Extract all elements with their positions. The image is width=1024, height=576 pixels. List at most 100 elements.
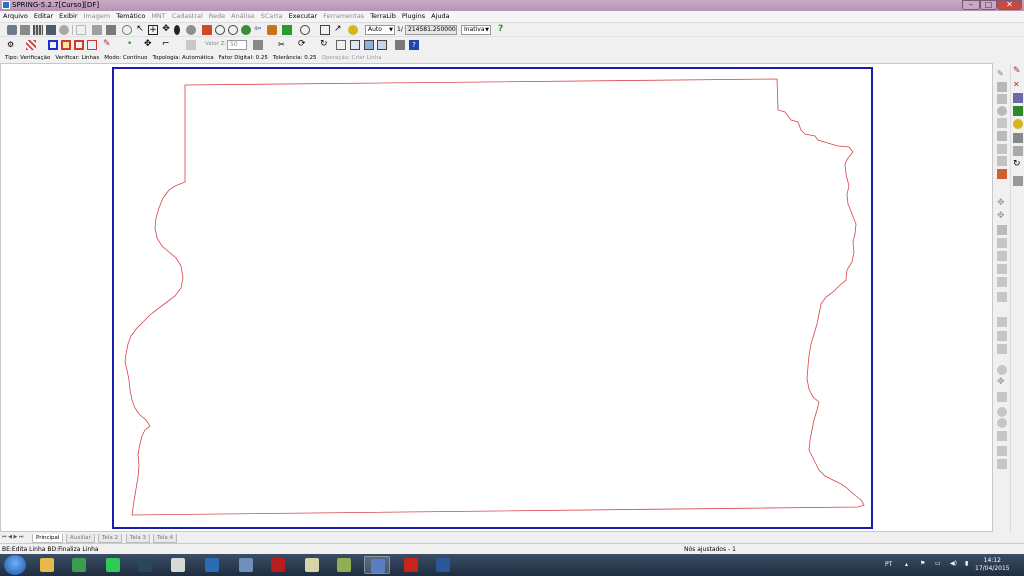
zoom-in-icon[interactable]	[215, 25, 225, 35]
distribute-icon[interactable]	[997, 251, 1007, 261]
scroll-save-icon[interactable]	[1013, 176, 1023, 186]
ruler-icon[interactable]	[253, 40, 263, 50]
comment-icon[interactable]	[348, 25, 358, 35]
close-button[interactable]: ✕	[997, 0, 1022, 10]
minimize-button[interactable]: –	[962, 0, 980, 10]
draw-icon[interactable]	[202, 25, 212, 35]
map-canvas[interactable]	[0, 63, 993, 532]
close-line-icon[interactable]	[997, 317, 1007, 327]
cursor-icon[interactable]: ↖	[135, 25, 145, 35]
zoom-out-icon[interactable]	[228, 25, 238, 35]
database-icon[interactable]	[7, 25, 17, 35]
move-icon[interactable]: ✥	[144, 40, 154, 50]
scroll-tool-icon[interactable]	[1013, 133, 1023, 143]
tab-tela-4[interactable]: Tela 4	[153, 534, 177, 543]
valor-z-field[interactable]: 50	[227, 40, 247, 50]
zotero-icon[interactable]	[299, 556, 325, 574]
steam-icon[interactable]	[132, 556, 158, 574]
spring-icon[interactable]	[364, 556, 390, 574]
scroll-close-icon[interactable]: ✕	[1013, 80, 1023, 90]
rotate-icon[interactable]: ⟳	[298, 40, 308, 50]
scale-field[interactable]: 214581.250000	[405, 25, 457, 35]
brush-icon[interactable]	[997, 169, 1007, 179]
line-tool-icon[interactable]	[997, 82, 1007, 92]
volume-icon[interactable]: ◀)	[950, 560, 957, 567]
maximize-button[interactable]: □	[980, 0, 997, 10]
frame-icon[interactable]	[320, 25, 330, 35]
connect-icon[interactable]	[377, 40, 387, 50]
print-icon[interactable]	[92, 25, 102, 35]
measure-icon[interactable]	[997, 344, 1007, 354]
chart-icon[interactable]	[106, 25, 116, 35]
scroll-layer-icon[interactable]	[1013, 93, 1023, 103]
chrome-icon[interactable]	[66, 556, 92, 574]
tab-tela-2[interactable]: Tela 2	[98, 534, 122, 543]
layers-icon[interactable]	[46, 25, 56, 35]
pan-icon[interactable]: ✥	[161, 25, 171, 35]
align-icon[interactable]	[997, 238, 1007, 248]
split-icon[interactable]	[997, 144, 1007, 154]
help-icon[interactable]: ?	[498, 25, 508, 35]
scroll-comment-icon[interactable]	[1013, 119, 1023, 129]
monitor-icon[interactable]: ▭	[935, 560, 941, 567]
redo-icon[interactable]: ↻	[320, 40, 330, 50]
skype-icon[interactable]	[165, 556, 191, 574]
r-icon[interactable]	[233, 556, 259, 574]
hand-icon[interactable]	[186, 25, 196, 35]
copy-icon[interactable]	[997, 94, 1007, 104]
menu-tematico[interactable]: Temático	[113, 11, 148, 22]
dot-icon[interactable]	[997, 365, 1007, 375]
scroll-list-icon[interactable]	[1013, 146, 1023, 156]
menu-terralib[interactable]: TerraLib	[367, 11, 399, 22]
df-boundary-line[interactable]	[124, 78, 865, 516]
tab-principal[interactable]: Principal	[32, 534, 64, 543]
scroll-map-icon[interactable]	[1013, 106, 1023, 116]
spotify-icon[interactable]	[100, 556, 126, 574]
explorer-icon[interactable]	[34, 556, 60, 574]
scroll-pencil-icon[interactable]: ✎	[1013, 67, 1023, 77]
language-indicator[interactable]: PT	[885, 561, 892, 568]
mendeley-icon[interactable]	[265, 556, 291, 574]
info-icon[interactable]	[174, 25, 180, 35]
grid-snap-icon[interactable]	[997, 431, 1007, 441]
arrow-icon[interactable]: ↗	[334, 25, 344, 35]
blank-icon[interactable]	[76, 25, 86, 35]
add-point-icon[interactable]: +	[148, 25, 158, 35]
search-icon[interactable]	[300, 25, 310, 35]
scroll-undo-icon[interactable]: ↻	[1013, 160, 1023, 170]
qgis-icon[interactable]	[331, 556, 357, 574]
snap-icon[interactable]	[364, 40, 374, 50]
region-icon[interactable]	[87, 40, 97, 50]
state-select[interactable]: Inativa ▼	[461, 25, 491, 35]
menu-exibir[interactable]: Exibir	[56, 11, 80, 22]
earth-icon[interactable]	[199, 556, 225, 574]
polygon-select-icon[interactable]	[61, 40, 71, 50]
move-node-icon[interactable]: ✥	[997, 199, 1007, 209]
menu-editar[interactable]: Editar	[31, 11, 56, 22]
flip-icon[interactable]	[997, 277, 1007, 287]
tab-tela-3[interactable]: Tela 3	[126, 534, 150, 543]
flag-icon[interactable]: ⚑	[920, 560, 925, 567]
color-icon[interactable]	[282, 25, 292, 35]
pencil-icon[interactable]: ✎	[997, 69, 1007, 79]
help-blue-icon[interactable]: ?	[409, 40, 419, 50]
report-icon[interactable]	[997, 459, 1007, 469]
pan-node-icon[interactable]: ✥	[997, 378, 1007, 388]
edit-line-icon[interactable]	[350, 40, 360, 50]
eraser-icon[interactable]	[59, 25, 69, 35]
clock[interactable]: 14:12 17/04/2015	[975, 557, 1010, 573]
point-icon[interactable]: •	[127, 40, 137, 50]
target-alt-icon[interactable]	[997, 418, 1007, 428]
word-icon[interactable]	[430, 556, 456, 574]
zoom-icon[interactable]	[122, 25, 132, 35]
tab-auxiliar[interactable]: Auxiliar	[66, 534, 95, 543]
menu-plugins[interactable]: Plugins	[399, 11, 428, 22]
settings-icon[interactable]: ⚙	[7, 40, 17, 50]
tab-nav-buttons[interactable]: ⏮ ◀ ▶ ⏭	[2, 533, 23, 542]
smooth-icon[interactable]	[997, 156, 1007, 166]
back-icon[interactable]: ⇦	[254, 25, 264, 35]
hatch-icon[interactable]	[26, 40, 36, 50]
table-icon[interactable]	[336, 40, 346, 50]
export-icon[interactable]	[395, 40, 405, 50]
project-icon[interactable]	[20, 25, 30, 35]
